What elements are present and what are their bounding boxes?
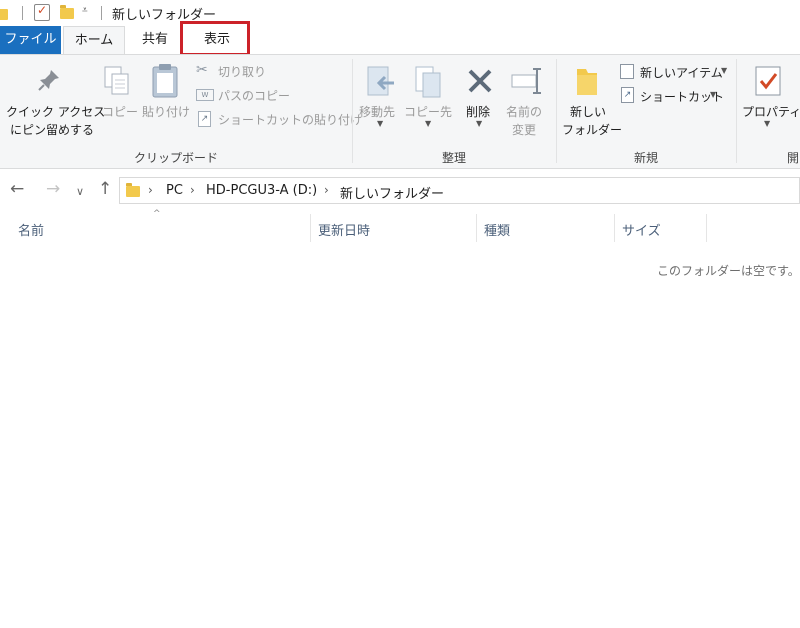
highlight-box: [180, 21, 250, 56]
new-group-label: 新規: [633, 151, 658, 165]
move-to-icon: [367, 66, 394, 96]
cut-label: 切り取り: [218, 65, 267, 79]
copy-to-label: コピー先: [404, 105, 453, 119]
address-bar[interactable]: › PC › HD-PCGU3-A (D:) › 新しいフォルダー: [119, 177, 800, 204]
rename-icon: [511, 68, 541, 94]
group-divider: [352, 59, 353, 163]
properties-icon: [755, 66, 781, 96]
copy-path-button[interactable]: W パスのコピー: [196, 86, 346, 104]
delete-label: 削除: [466, 105, 491, 119]
up-arrow-icon[interactable]: ↑: [98, 179, 112, 199]
customize-toolbar-icon[interactable]: ⩡: [82, 5, 88, 16]
pin-quick-access-button[interactable]: クイック アクセス にピン留めする: [0, 65, 105, 143]
breadcrumb-drive[interactable]: HD-PCGU3-A (D:): [206, 183, 317, 198]
paste-button[interactable]: 貼り付け: [140, 63, 192, 123]
copy-path-icon: W: [196, 89, 214, 101]
chevron-right-icon[interactable]: ›: [190, 183, 195, 197]
copy-to-icon: [415, 66, 441, 98]
scissors-icon: ✂: [196, 62, 208, 78]
chevron-right-icon[interactable]: ›: [324, 183, 329, 197]
title-bar: ✓ ⩡ 新しいフォルダー: [0, 0, 800, 26]
chevron-right-icon[interactable]: ›: [148, 183, 153, 197]
ribbon-tabs: ファイル ホーム 共有 表示: [0, 26, 800, 54]
clipboard-group-label: クリップボード: [133, 151, 218, 165]
delete-button[interactable]: 削除 ▼: [462, 63, 500, 141]
copy-icon: [104, 66, 129, 95]
new-folder-icon: [577, 69, 597, 95]
column-divider[interactable]: [706, 214, 707, 242]
breadcrumb-folder[interactable]: 新しいフォルダー: [340, 183, 444, 202]
empty-folder-message: このフォルダーは空です。: [657, 264, 800, 278]
paste-icon: [152, 64, 178, 98]
rename-button[interactable]: 名前の 変更: [504, 63, 550, 141]
new-item-label: 新しいアイテム: [640, 66, 723, 80]
paste-shortcut-label: ショートカットの貼り付け: [218, 113, 363, 127]
recent-locations-chevron-icon[interactable]: ∨: [76, 182, 84, 202]
folder-icon: [126, 183, 140, 197]
copy-button[interactable]: コピー: [100, 63, 139, 123]
new-item-button[interactable]: 新しいアイテム ▼: [620, 63, 732, 81]
folder-icon: [0, 9, 8, 20]
back-arrow-icon[interactable]: ←: [10, 179, 24, 199]
chevron-down-icon: ▼: [764, 119, 771, 128]
properties-button[interactable]: プロパティ ▼: [740, 63, 800, 143]
chevron-down-icon: ▼: [476, 119, 483, 128]
shortcut-icon: ↗: [621, 87, 634, 103]
shortcut-button[interactable]: ↗ ショートカット ▼: [620, 87, 724, 105]
sort-caret-icon: ^: [153, 209, 161, 219]
copy-to-button[interactable]: コピー先 ▼: [404, 63, 452, 141]
chevron-down-icon: ▼: [721, 66, 728, 75]
column-header-name[interactable]: 名前: [18, 220, 44, 239]
organize-group-label: 整理: [441, 151, 466, 165]
move-to-button[interactable]: 移動先 ▼: [358, 63, 402, 141]
shortcut-paste-icon: ↗: [198, 111, 211, 127]
new-folder-button[interactable]: 新しい フォルダー: [560, 63, 622, 143]
column-divider[interactable]: [310, 214, 311, 242]
delete-x-icon: [468, 69, 492, 93]
new-folder-quick-icon[interactable]: [60, 5, 74, 19]
divider: [101, 6, 102, 20]
tab-file[interactable]: ファイル: [0, 26, 61, 54]
tab-home[interactable]: ホーム: [63, 26, 125, 54]
open-group-label: 開: [787, 151, 800, 165]
chevron-down-icon: ▼: [377, 119, 384, 128]
paste-label: 貼り付け: [142, 105, 191, 119]
tab-share[interactable]: 共有: [130, 26, 180, 54]
group-divider: [556, 59, 557, 163]
new-item-icon: [620, 64, 634, 79]
move-to-label: 移動先: [359, 105, 396, 119]
forward-arrow-icon[interactable]: →: [46, 179, 60, 199]
cut-button[interactable]: ✂ 切り取り: [196, 62, 346, 80]
column-header-size[interactable]: サイズ: [622, 220, 661, 239]
new-folder-label-line2: フォルダー: [562, 123, 623, 137]
ribbon: クイック アクセス にピン留めする コピー 貼り付け ✂ 切り取り W パスのコ…: [0, 54, 800, 169]
column-header-type[interactable]: 種類: [484, 220, 510, 239]
chevron-down-icon: ▼: [425, 119, 432, 128]
paste-shortcut-button[interactable]: ↗ ショートカットの貼り付け: [196, 110, 362, 128]
new-folder-label-line1: 新しい: [570, 105, 607, 119]
rename-label-line2: 変更: [512, 123, 537, 137]
column-divider[interactable]: [476, 214, 477, 242]
pin-label-line1: クイック アクセス: [6, 105, 106, 119]
breadcrumb-pc[interactable]: PC: [166, 183, 183, 198]
column-divider[interactable]: [614, 214, 615, 242]
chevron-down-icon: ▼: [710, 90, 717, 99]
column-header-modified[interactable]: 更新日時: [318, 220, 370, 239]
divider: [22, 6, 23, 20]
copy-path-label: パスのコピー: [218, 89, 291, 103]
navigation-bar: ← → ∨ ↑ › PC › HD-PCGU3-A (D:) › 新しいフォルダ…: [0, 169, 800, 211]
properties-quick-icon[interactable]: ✓: [34, 3, 50, 21]
properties-label: プロパティ: [742, 105, 800, 119]
copy-label: コピー: [102, 105, 139, 119]
group-divider: [736, 59, 737, 163]
column-header-row: ^ 名前 更新日時 種類 サイズ: [0, 209, 800, 243]
pin-icon: [38, 70, 59, 91]
rename-label-line1: 名前の: [506, 105, 543, 119]
pin-label-line2: にピン留めする: [10, 123, 95, 137]
